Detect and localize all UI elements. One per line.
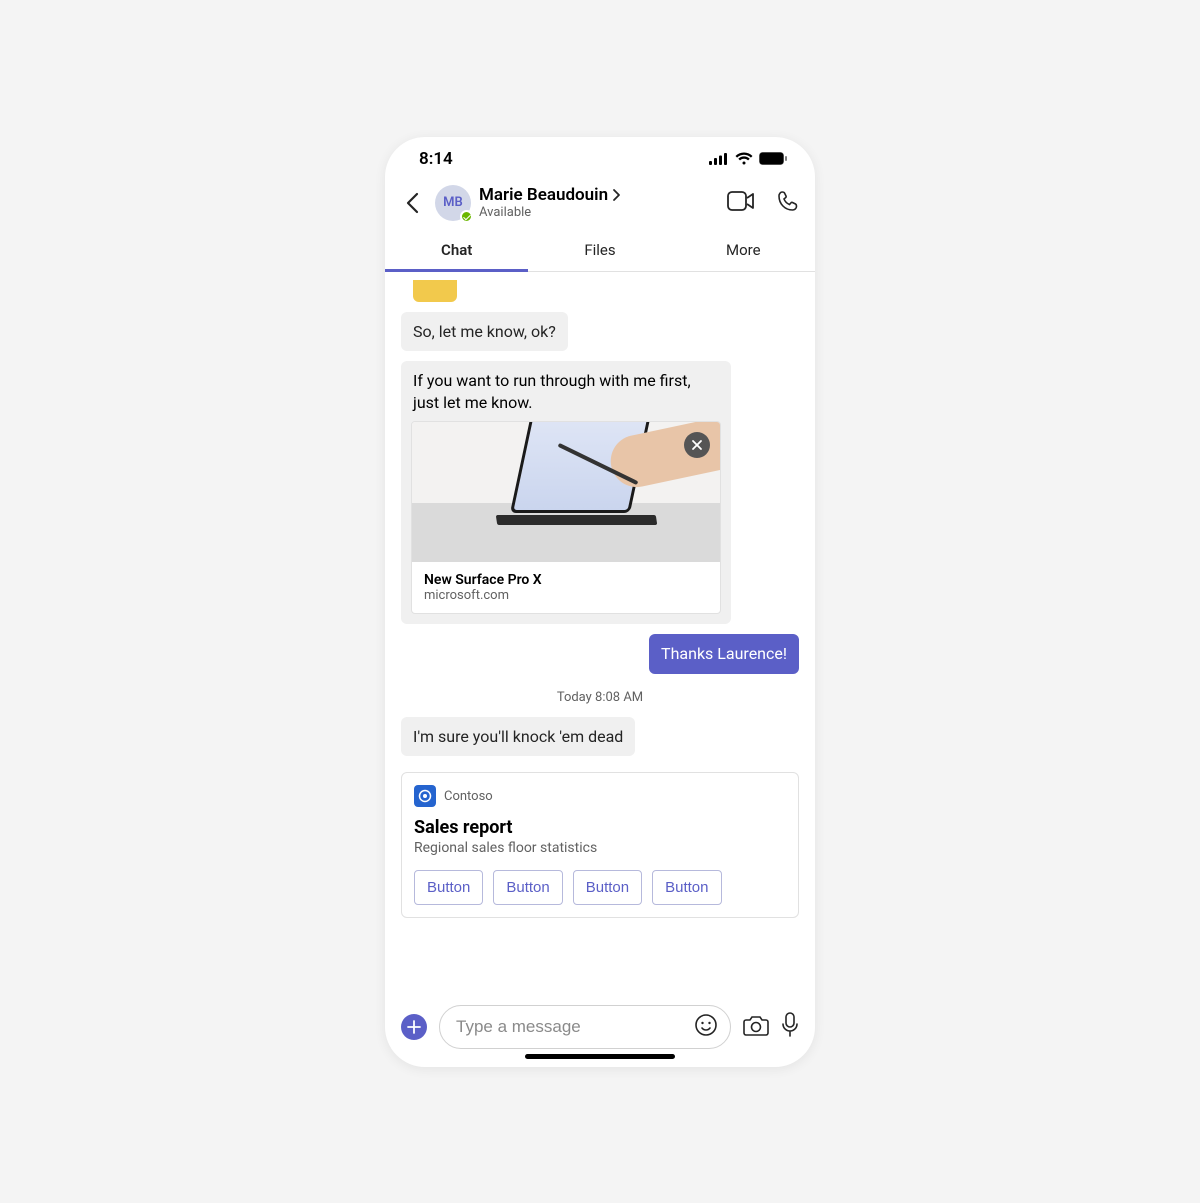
message-bubble-in[interactable]: If you want to run through with me first…: [401, 361, 731, 624]
tab-files[interactable]: Files: [528, 231, 671, 271]
compose-add-button[interactable]: [401, 1014, 427, 1040]
phone-icon: [777, 190, 799, 212]
card-button[interactable]: Button: [414, 870, 483, 905]
video-icon: [727, 191, 755, 211]
contoso-app-icon: [414, 785, 436, 807]
phone-frame: 8:14 MB Marie Beaudouin Available: [385, 137, 815, 1067]
emoji-button[interactable]: [694, 1013, 718, 1041]
link-preview-domain: microsoft.com: [424, 588, 708, 603]
message-bubble-out[interactable]: Thanks Laurence!: [649, 634, 799, 674]
avatar-initials: MB: [443, 195, 463, 210]
chat-scroll[interactable]: So, let me know, ok? If you want to run …: [385, 272, 815, 995]
avatar[interactable]: MB: [435, 185, 471, 221]
tab-chat[interactable]: Chat: [385, 231, 528, 271]
cellular-icon: [709, 153, 729, 165]
message-bubble-in[interactable]: So, let me know, ok?: [401, 312, 568, 352]
status-time: 8:14: [419, 149, 453, 169]
contact-name: Marie Beaudouin: [479, 185, 608, 205]
status-icons: [709, 152, 787, 165]
chat-header: MB Marie Beaudouin Available: [385, 181, 815, 231]
emoji-icon: [694, 1013, 718, 1037]
video-call-button[interactable]: [727, 191, 755, 215]
timestamp-divider: Today 8:08 AM: [401, 690, 799, 705]
card-button[interactable]: Button: [493, 870, 562, 905]
camera-icon: [743, 1014, 769, 1036]
card-button[interactable]: Button: [573, 870, 642, 905]
card-button[interactable]: Button: [652, 870, 721, 905]
card-app-attribution[interactable]: Contoso: [414, 785, 786, 807]
plus-icon: [407, 1020, 421, 1034]
message-input-container: [439, 1005, 731, 1049]
link-preview-title: New Surface Pro X: [424, 572, 708, 588]
presence-text: Available: [479, 205, 719, 221]
audio-call-button[interactable]: [777, 190, 799, 216]
chevron-left-icon: [405, 192, 419, 214]
microphone-button[interactable]: [781, 1012, 799, 1042]
adaptive-card: Contoso Sales report Regional sales floo…: [401, 772, 799, 918]
message-bubble-in[interactable]: I'm sure you'll knock 'em dead: [401, 717, 635, 757]
tab-more[interactable]: More: [672, 231, 815, 271]
presence-available-icon: [460, 210, 473, 223]
message-input[interactable]: [456, 1017, 686, 1037]
card-app-name: Contoso: [444, 789, 493, 804]
microphone-icon: [781, 1012, 799, 1038]
battery-icon: [759, 152, 787, 165]
home-indicator: [525, 1054, 675, 1059]
close-icon: [691, 439, 703, 451]
tab-bar: Chat Files More: [385, 231, 815, 272]
message-text: If you want to run through with me first…: [411, 370, 721, 413]
contact-block[interactable]: Marie Beaudouin Available: [479, 185, 719, 221]
card-button-row: Button Button Button Button: [414, 870, 786, 905]
folder-icon: [413, 280, 457, 302]
card-title: Sales report: [414, 817, 786, 838]
status-bar: 8:14: [385, 137, 815, 181]
link-preview-image: [412, 422, 720, 562]
card-subtitle: Regional sales floor statistics: [414, 840, 786, 856]
wifi-icon: [735, 152, 753, 165]
back-button[interactable]: [397, 192, 427, 214]
link-preview-card[interactable]: New Surface Pro X microsoft.com: [411, 421, 721, 614]
chevron-right-icon: [612, 188, 621, 202]
camera-button[interactable]: [743, 1014, 769, 1040]
